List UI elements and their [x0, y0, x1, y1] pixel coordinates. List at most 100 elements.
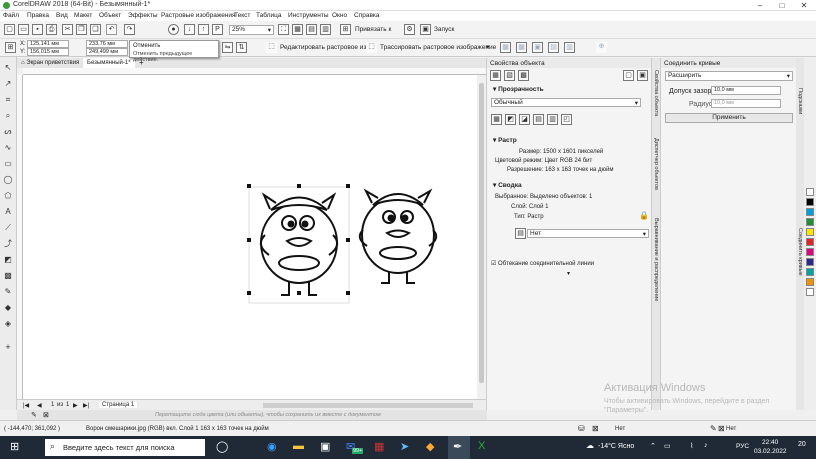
- show-guides-icon[interactable]: ▥: [320, 24, 331, 35]
- wrap-checkbox[interactable]: ☑ Обтекание соединительной линии: [491, 260, 594, 267]
- launch-dropdown[interactable]: Запуск: [434, 26, 454, 33]
- cut-icon[interactable]: ✂: [62, 24, 73, 35]
- bitmap-icon[interactable]: ▤: [548, 42, 559, 53]
- task-view-icon[interactable]: ◯: [216, 440, 228, 453]
- menu-bitmaps[interactable]: Растровые изображения: [161, 12, 236, 19]
- undo-icon[interactable]: ↶: [106, 24, 117, 35]
- palette-swatch[interactable]: [806, 218, 814, 226]
- radius-field[interactable]: 10,0 мм: [711, 99, 781, 108]
- windows-start-icon[interactable]: ⊞: [10, 440, 19, 453]
- blend-mode-select[interactable]: Обычный ▾: [491, 98, 641, 107]
- menu-tools[interactable]: Инструменты: [288, 12, 329, 19]
- menu-object[interactable]: Объект: [99, 12, 121, 19]
- edge-icon[interactable]: ◉: [267, 440, 277, 453]
- tab-document[interactable]: Безымянный-1*: [83, 58, 135, 68]
- menu-edit[interactable]: Правка: [27, 12, 49, 19]
- zoom-tool-icon[interactable]: ⌕: [3, 111, 13, 121]
- drawing-canvas[interactable]: [23, 75, 477, 399]
- network-icon[interactable]: ▭: [664, 442, 671, 450]
- menu-table[interactable]: Таблица: [256, 12, 282, 19]
- show-rulers-icon[interactable]: ▦: [292, 24, 303, 35]
- transparency-tool-icon[interactable]: ▩: [3, 271, 13, 281]
- chevron-down-icon[interactable]: ▾: [486, 43, 490, 51]
- palette-swatch[interactable]: [806, 188, 814, 196]
- first-page-icon[interactable]: |◀: [23, 402, 29, 409]
- language-indicator[interactable]: РУС: [736, 443, 749, 450]
- eyedropper-icon[interactable]: ✎: [31, 411, 37, 419]
- tab-object-manager[interactable]: Диспетчер объектов: [653, 138, 659, 190]
- text-tool-icon[interactable]: A: [3, 207, 13, 217]
- tab-join-curves[interactable]: Соединить кривые: [797, 228, 803, 276]
- taskbar-search-box[interactable]: Введите здесь текст для поиска: [45, 439, 205, 456]
- explorer-icon[interactable]: ▬: [293, 440, 304, 452]
- weather-text[interactable]: -14°C Ясно: [598, 443, 634, 450]
- y-position-field[interactable]: 156,015 мм: [27, 48, 69, 56]
- palette-swatch[interactable]: [806, 198, 814, 206]
- width-field[interactable]: 233,76 мм: [86, 40, 128, 48]
- menu-layout[interactable]: Макет: [74, 12, 92, 19]
- excel-icon[interactable]: X: [478, 440, 485, 452]
- export-icon[interactable]: ↑: [198, 24, 209, 35]
- palette-swatch[interactable]: [806, 268, 814, 276]
- import-icon[interactable]: ↓: [184, 24, 195, 35]
- clock-time[interactable]: 22:40: [762, 439, 778, 446]
- connector-tool-icon[interactable]: ⤴: [3, 239, 13, 249]
- summary-section[interactable]: ▾ Сводка: [493, 181, 522, 189]
- polygon-tool-icon[interactable]: ⬠: [3, 191, 13, 201]
- bitmap-icon[interactable]: ▣: [532, 42, 543, 53]
- panel-icon[interactable]: ▢: [623, 70, 634, 81]
- transparency-section[interactable]: ▾ Прозрачность: [493, 85, 544, 93]
- outline-icon[interactable]: ▦: [490, 70, 501, 81]
- menu-view[interactable]: Вид: [56, 12, 68, 19]
- minimize-icon[interactable]: –: [749, 0, 771, 11]
- palette-swatch[interactable]: [806, 278, 814, 286]
- lock-icon[interactable]: 🔒: [639, 211, 649, 220]
- menu-file[interactable]: Файл: [3, 12, 19, 19]
- transparency-type-icon[interactable]: ◪: [519, 114, 530, 125]
- pen-icon[interactable]: ✎: [710, 424, 717, 433]
- copy-icon[interactable]: ❐: [76, 24, 87, 35]
- no-fill-icon[interactable]: ⊠: [592, 424, 599, 433]
- palette-swatch[interactable]: [806, 288, 814, 296]
- palette-swatch[interactable]: [806, 258, 814, 266]
- artistic-media-icon[interactable]: ∿: [3, 143, 13, 153]
- palette-swatch[interactable]: [806, 208, 814, 216]
- rectangle-tool-icon[interactable]: ▭: [3, 159, 13, 169]
- add-icon[interactable]: ⊕: [596, 42, 607, 53]
- tab-welcome[interactable]: ⌂ Экран приветствия: [17, 58, 83, 68]
- style-icon[interactable]: ▤: [515, 228, 526, 239]
- snap-to-dropdown[interactable]: Привязать к: [355, 26, 391, 33]
- panel-icon[interactable]: ▣: [637, 70, 648, 81]
- options-gear-icon[interactable]: ⚙: [404, 24, 415, 35]
- trace-bitmap-button[interactable]: Трассировать растровое изображение: [380, 44, 496, 51]
- mirror-icon[interactable]: ⇋: [222, 42, 233, 53]
- chevron-down-icon[interactable]: ▾: [567, 270, 570, 277]
- scrollbar-thumb[interactable]: [479, 83, 484, 383]
- fill-bucket-icon[interactable]: ⛁: [578, 424, 585, 433]
- clock-date[interactable]: 03.02.2022: [754, 448, 787, 455]
- search-content-icon[interactable]: ●: [168, 24, 179, 35]
- interactive-fill-icon[interactable]: ◆: [3, 303, 13, 313]
- palette-swatch[interactable]: [806, 248, 814, 256]
- bitmap-icon[interactable]: ▥: [564, 42, 575, 53]
- shape-tool-icon[interactable]: ↗: [3, 79, 13, 89]
- full-screen-icon[interactable]: ⛶: [278, 24, 289, 35]
- vertical-scrollbar[interactable]: [477, 75, 486, 399]
- redo-icon[interactable]: ↷: [124, 24, 135, 35]
- trace-bitmap-icon[interactable]: ⬚: [366, 42, 377, 53]
- no-outline-icon[interactable]: ⊠: [718, 424, 725, 433]
- save-icon[interactable]: ▪: [32, 24, 43, 35]
- launch-icon[interactable]: ▣: [420, 24, 431, 35]
- drop-shadow-icon[interactable]: ◩: [3, 255, 13, 265]
- paste-icon[interactable]: ❑: [90, 24, 101, 35]
- menu-help[interactable]: Справка: [354, 12, 380, 19]
- edit-bitmap-icon[interactable]: ⬚: [266, 42, 277, 53]
- transparency-icon[interactable]: ▩: [518, 70, 529, 81]
- coreldraw-taskbar-icon[interactable]: ✒: [448, 436, 470, 459]
- show-grid-icon[interactable]: ▤: [306, 24, 317, 35]
- eyedropper-icon[interactable]: ✎: [3, 287, 13, 297]
- freehand-tool-icon[interactable]: ᔕ: [3, 127, 13, 137]
- bitmap-icon[interactable]: ▦: [500, 42, 511, 53]
- edit-bitmap-button[interactable]: Редактировать растровое из...: [280, 44, 372, 51]
- transparency-type-icon[interactable]: ◰: [561, 114, 572, 125]
